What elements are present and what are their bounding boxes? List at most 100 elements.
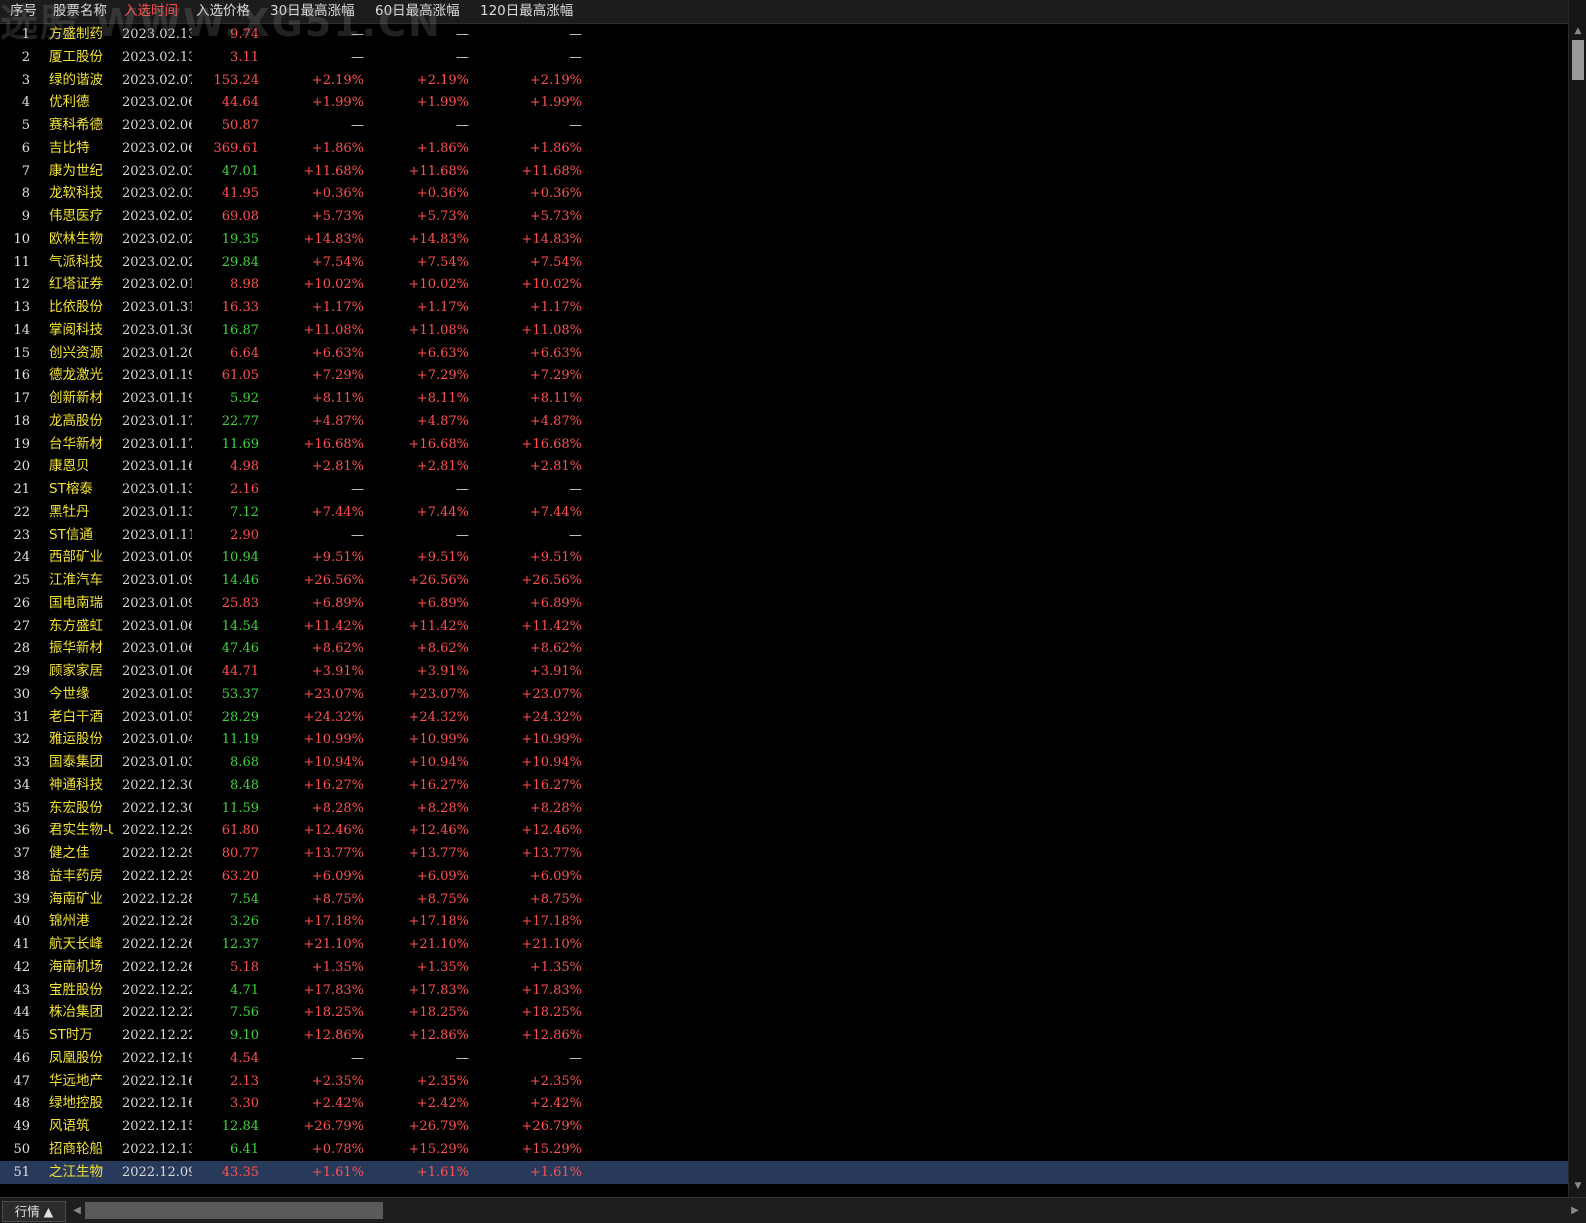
gain-60d: +26.79% (408, 1119, 469, 1134)
table-row[interactable]: 50 招商轮船 2022.12.13 6.41 +0.78% +15.29% +15.29% (0, 1138, 1568, 1161)
table-row[interactable]: 34 神通科技 2022.12.30 8.48 +16.27% +16.27% +16.27… (0, 774, 1568, 797)
quote-tab[interactable]: 行情 ▲ (2, 1201, 66, 1222)
table-row[interactable]: 9 伟思医疗 2023.02.02 69.08 +5.73% +5.73% +5.73% (0, 205, 1568, 228)
stock-name: 华远地产 (49, 1072, 103, 1089)
table-row[interactable]: 32 雅运股份 2023.01.04 11.19 +10.99% +10.99% +10.9… (0, 728, 1568, 751)
table-row[interactable]: 38 益丰药房 2022.12.29 63.20 +6.09% +6.09% +6.09% (0, 865, 1568, 888)
gain-60d: +1.35% (416, 959, 469, 975)
table-row[interactable]: 21 ST榕泰 2023.01.13 2.16 — — — (0, 478, 1568, 501)
table-row[interactable]: 13 比依股份 2023.01.31 16.33 +1.17% +1.17% +1.17% (0, 296, 1568, 319)
table-row[interactable]: 43 宝胜股份 2022.12.22 4.71 +17.83% +17.83% +17.83… (0, 979, 1568, 1002)
gain-60d: +10.94% (408, 755, 469, 770)
table-row[interactable]: 42 海南机场 2022.12.26 5.18 +1.35% +1.35% +1.35% (0, 956, 1568, 979)
table-row[interactable]: 2 厦工股份 2023.02.13 3.11 — — — (0, 46, 1568, 69)
select-price: 53.37 (221, 686, 259, 702)
select-date: 2022.12.29 (122, 823, 192, 839)
table-row[interactable]: 40 锦州港 2022.12.28 3.26 +17.18% +17.18% +17.18% (0, 910, 1568, 933)
table-row[interactable]: 5 赛科希德 2023.02.06 50.87 — — — (0, 114, 1568, 137)
header-index[interactable]: 序号 (10, 0, 37, 23)
header-gain-30d[interactable]: 30日最高涨幅 (270, 0, 355, 23)
table-row[interactable]: 48 绿地控股 2022.12.16 3.30 +2.42% +2.42% +2.42% (0, 1092, 1568, 1115)
scroll-left-arrow-icon[interactable]: ◀ (70, 1201, 84, 1220)
table-row[interactable]: 11 气派科技 2023.02.02 29.84 +7.54% +7.54% +7.54% (0, 251, 1568, 274)
row-index: 41 (13, 937, 30, 952)
select-date: 2023.01.09 (122, 550, 192, 566)
select-date: 2023.02.02 (122, 254, 192, 270)
table-row[interactable]: 8 龙软科技 2023.02.03 41.95 +0.36% +0.36% +0.36% (0, 182, 1568, 205)
select-price: 3.30 (230, 1096, 259, 1112)
row-index: 40 (13, 914, 30, 930)
table-row[interactable]: 45 ST时万 2022.12.22 9.10 +12.86% +12.86% +12.86… (0, 1024, 1568, 1047)
select-price: 25.83 (221, 595, 259, 611)
gain-30d: +7.54% (311, 254, 364, 270)
header-stock-name[interactable]: 股票名称 (53, 0, 107, 23)
gain-60d: +18.25% (408, 1005, 469, 1021)
table-row[interactable]: 15 创兴资源 2023.01.20 6.64 +6.63% +6.63% +6.63% (0, 342, 1568, 365)
gain-120d: +14.83% (521, 231, 582, 247)
table-row[interactable]: 44 株冶集团 2022.12.22 7.56 +18.25% +18.25% +18.25… (0, 1001, 1568, 1024)
table-row[interactable]: 16 德龙激光 2023.01.19 61.05 +7.29% +7.29% +7.29% (0, 364, 1568, 387)
row-index: 30 (13, 686, 30, 702)
select-price: 14.46 (221, 573, 259, 588)
table-row[interactable]: 31 老白干酒 2023.01.05 28.29 +24.32% +24.32% +24.3… (0, 706, 1568, 729)
table-row[interactable]: 6 吉比特 2023.02.06 369.61 +1.86% +1.86% +1.86% (0, 137, 1568, 160)
table-row[interactable]: 4 优利德 2023.02.06 44.64 +1.99% +1.99% +1.99% (0, 91, 1568, 114)
gain-60d: +10.02% (408, 277, 469, 293)
scroll-right-arrow-icon[interactable]: ▶ (1568, 1201, 1582, 1220)
row-index: 20 (13, 459, 30, 475)
header-select-date[interactable]: 入选时间 (124, 0, 178, 23)
table-row[interactable]: 33 国泰集团 2023.01.03 8.68 +10.94% +10.94% +10.94… (0, 751, 1568, 774)
gain-30d: +8.28% (311, 800, 364, 816)
table-row[interactable]: 23 ST信通 2023.01.11 2.90 — — — (0, 524, 1568, 547)
table-row[interactable]: 30 今世缘 2023.01.05 53.37 +23.07% +23.07% +23.07… (0, 683, 1568, 706)
table-row[interactable]: 17 创新新材 2023.01.19 5.92 +8.11% +8.11% +8.11% (0, 387, 1568, 410)
table-row[interactable]: 1 方盛制药 2023.02.13 9.74 — — — (0, 23, 1568, 46)
horizontal-scroll-thumb[interactable] (85, 1202, 383, 1219)
table-row[interactable]: 29 顾家家居 2023.01.06 44.71 +3.91% +3.91% +3.91% (0, 660, 1568, 683)
table-row[interactable]: 24 西部矿业 2023.01.09 10.94 +9.51% +9.51% +9.51% (0, 546, 1568, 569)
table-row[interactable]: 28 振华新材 2023.01.06 47.46 +8.62% +8.62% +8.62% (0, 637, 1568, 660)
table-row[interactable]: 25 江淮汽车 2023.01.09 14.46 +26.56% +26.56% +26.5… (0, 569, 1568, 592)
table-row[interactable]: 10 欧林生物 2023.02.02 19.35 +14.83% +14.83% +14.8… (0, 228, 1568, 251)
table-row[interactable]: 46 凤凰股份 2022.12.19 4.54 — — — (0, 1047, 1568, 1070)
table-row[interactable]: 49 风语筑 2022.12.15 12.84 +26.79% +26.79% +26.79… (0, 1115, 1568, 1138)
header-gain-120d[interactable]: 120日最高涨幅 (480, 0, 573, 23)
table-row[interactable]: 41 航天长峰 2022.12.26 12.37 +21.10% +21.10% +21.1… (0, 933, 1568, 956)
table-row[interactable]: 22 黑牡丹 2023.01.13 7.12 +7.44% +7.44% +7.44% (0, 501, 1568, 524)
select-date: 2022.12.15 (122, 1119, 192, 1134)
gain-30d: +10.94% (303, 755, 364, 770)
table-row[interactable]: 27 东方盛虹 2023.01.06 14.54 +11.42% +11.42% +11.4… (0, 615, 1568, 638)
table-row[interactable]: 39 海南矿业 2022.12.28 7.54 +8.75% +8.75% +8.75% (0, 888, 1568, 911)
table-row[interactable]: 35 东宏股份 2022.12.30 11.59 +8.28% +8.28% +8.28% (0, 797, 1568, 820)
table-row[interactable]: 37 健之佳 2022.12.29 80.77 +13.77% +13.77% +13.77… (0, 842, 1568, 865)
gain-30d: +26.79% (303, 1119, 364, 1134)
gain-60d: +5.73% (416, 209, 469, 224)
table-row[interactable]: 51 之江生物 2022.12.09 43.35 +1.61% +1.61% +1.61% (0, 1160, 1568, 1184)
header-select-price[interactable]: 入选价格 (196, 0, 250, 23)
scroll-up-arrow-icon[interactable]: ▲ (1569, 23, 1586, 39)
table-row[interactable]: 36 君实生物-U 2022.12.29 61.80 +12.46% +12.46% +12… (0, 819, 1568, 842)
select-date: 2023.02.07 (122, 72, 192, 88)
stock-name: ST时万 (49, 1027, 93, 1043)
table-row[interactable]: 26 国电南瑞 2023.01.09 25.83 +6.89% +6.89% +6.89% (0, 592, 1568, 615)
table-row[interactable]: 47 华远地产 2022.12.16 2.13 +2.35% +2.35% +2.35% (0, 1070, 1568, 1093)
table-row[interactable]: 18 龙高股份 2023.01.17 22.77 +4.87% +4.87% +4.87% (0, 410, 1568, 433)
table-row[interactable]: 7 康为世纪 2023.02.03 47.01 +11.68% +11.68% +11.68… (0, 160, 1568, 183)
table-row[interactable]: 20 康恩贝 2023.01.16 4.98 +2.81% +2.81% +2.81% (0, 455, 1568, 478)
gain-30d: +1.61% (311, 1164, 364, 1180)
gain-60d: +16.27% (408, 777, 469, 793)
select-price: 41.95 (221, 186, 259, 202)
select-date: 2023.02.03 (122, 186, 192, 202)
stock-name: 江淮汽车 (49, 572, 103, 588)
table-row[interactable]: 3 绿的谐波 2023.02.07 153.24 +2.19% +2.19% +2.19% (0, 69, 1568, 92)
stock-name: 老白干酒 (49, 708, 103, 725)
table-row[interactable]: 19 台华新材 2023.01.17 11.69 +16.68% +16.68% +16.6… (0, 433, 1568, 456)
header-gain-60d[interactable]: 60日最高涨幅 (375, 0, 460, 23)
vertical-scroll-thumb[interactable] (1572, 40, 1584, 80)
vertical-scrollbar[interactable]: ▲ ▼ (1568, 0, 1586, 1197)
table-row[interactable]: 12 红塔证券 2023.02.01 8.98 +10.02% +10.02% +10.02… (0, 273, 1568, 296)
select-date: 2023.02.01 (122, 277, 192, 293)
table-row[interactable]: 14 掌阅科技 2023.01.30 16.87 +11.08% +11.08% +11.0… (0, 319, 1568, 342)
scroll-down-arrow-icon[interactable]: ▼ (1569, 1178, 1586, 1194)
stock-name: 国泰集团 (49, 754, 103, 770)
